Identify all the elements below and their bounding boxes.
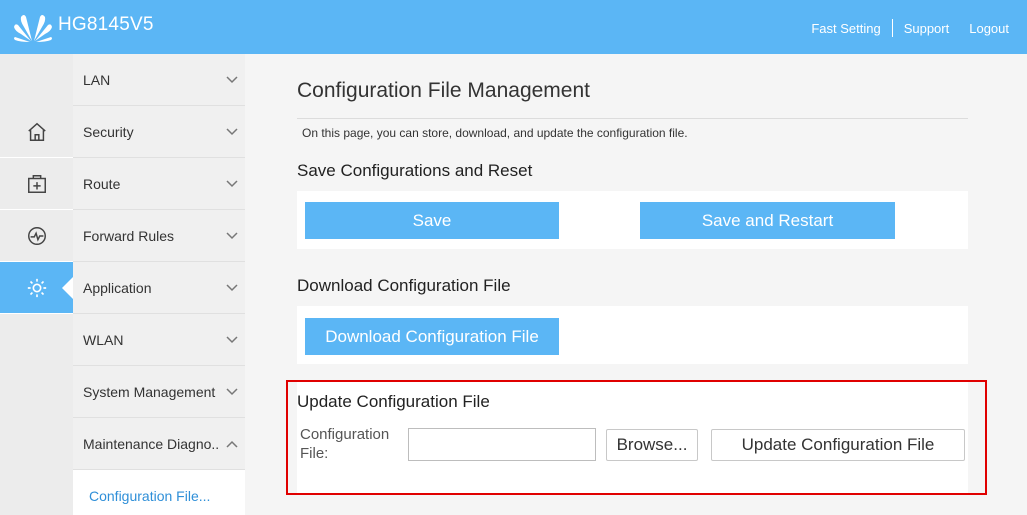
chevron-down-icon <box>226 284 238 292</box>
add-box-icon <box>27 174 46 193</box>
update-configuration-button[interactable]: Update Configuration File <box>711 429 965 461</box>
download-section-title: Download Configuration File <box>297 276 511 295</box>
save-button[interactable]: Save <box>305 202 559 239</box>
menu-item-label: WLAN <box>83 331 124 348</box>
chevron-down-icon <box>226 76 238 84</box>
menu-item-label: Forward Rules <box>83 227 175 244</box>
update-section-title: Update Configuration File <box>297 392 490 411</box>
menu-item-route[interactable]: Route <box>73 158 245 210</box>
menu-item-system-management[interactable]: System Management <box>73 366 245 418</box>
save-section-title: Save Configurations and Reset <box>297 161 533 180</box>
chevron-down-icon <box>226 336 238 344</box>
chevron-down-icon <box>226 180 238 188</box>
logout-link[interactable]: Logout <box>969 21 1009 36</box>
menu-item-label: Route <box>83 175 121 192</box>
huawei-logo-icon <box>14 15 52 42</box>
submenu-item-configuration-file[interactable]: Configuration File... <box>73 470 245 515</box>
configuration-file-input[interactable] <box>408 428 596 461</box>
menu-item-maintenance-diagnosis[interactable]: Maintenance Diagno.. <box>73 418 245 470</box>
configuration-file-label: Configuration File: <box>300 426 390 462</box>
top-header: HG8145V5 Fast Setting Support Logout <box>0 0 1027 54</box>
diagnose-icon <box>27 226 46 245</box>
link-divider <box>891 19 893 37</box>
save-and-restart-button[interactable]: Save and Restart <box>640 202 895 239</box>
rail-home[interactable] <box>0 106 73 158</box>
gear-icon <box>27 278 46 297</box>
chevron-down-icon <box>226 232 238 240</box>
top-links: Fast Setting Support Logout <box>811 19 1009 37</box>
rail-settings[interactable] <box>0 262 73 314</box>
icon-rail <box>0 54 73 515</box>
menu-item-label: Security <box>83 123 134 140</box>
device-model: HG8145V5 <box>58 14 154 35</box>
support-link[interactable]: Support <box>904 21 950 36</box>
rail-diagnose[interactable] <box>0 210 73 262</box>
menu-item-lan[interactable]: LAN <box>73 54 245 106</box>
menu-item-label: System Management <box>83 383 216 400</box>
menu-item-label: Maintenance Diagno.. <box>83 435 220 452</box>
chevron-down-icon <box>226 128 238 136</box>
chevron-down-icon <box>226 388 238 396</box>
chevron-up-icon <box>226 440 238 448</box>
home-icon <box>27 122 46 141</box>
menu-item-label: LAN <box>83 71 111 88</box>
menu-item-label: Application <box>83 279 152 296</box>
side-menu: LAN Security Route Forward Rules Applica… <box>73 54 245 515</box>
page-description: On this page, you can store, download, a… <box>302 126 688 140</box>
menu-item-security[interactable]: Security <box>73 106 245 158</box>
download-configuration-button[interactable]: Download Configuration File <box>305 318 559 355</box>
rail-toolbox[interactable] <box>0 158 73 210</box>
title-divider <box>297 118 968 119</box>
menu-item-wlan[interactable]: WLAN <box>73 314 245 366</box>
menu-item-forward-rules[interactable]: Forward Rules <box>73 210 245 262</box>
menu-item-application[interactable]: Application <box>73 262 245 314</box>
fast-setting-link[interactable]: Fast Setting <box>811 21 880 36</box>
page-title: Configuration File Management <box>297 79 590 102</box>
browse-button[interactable]: Browse... <box>606 429 698 461</box>
